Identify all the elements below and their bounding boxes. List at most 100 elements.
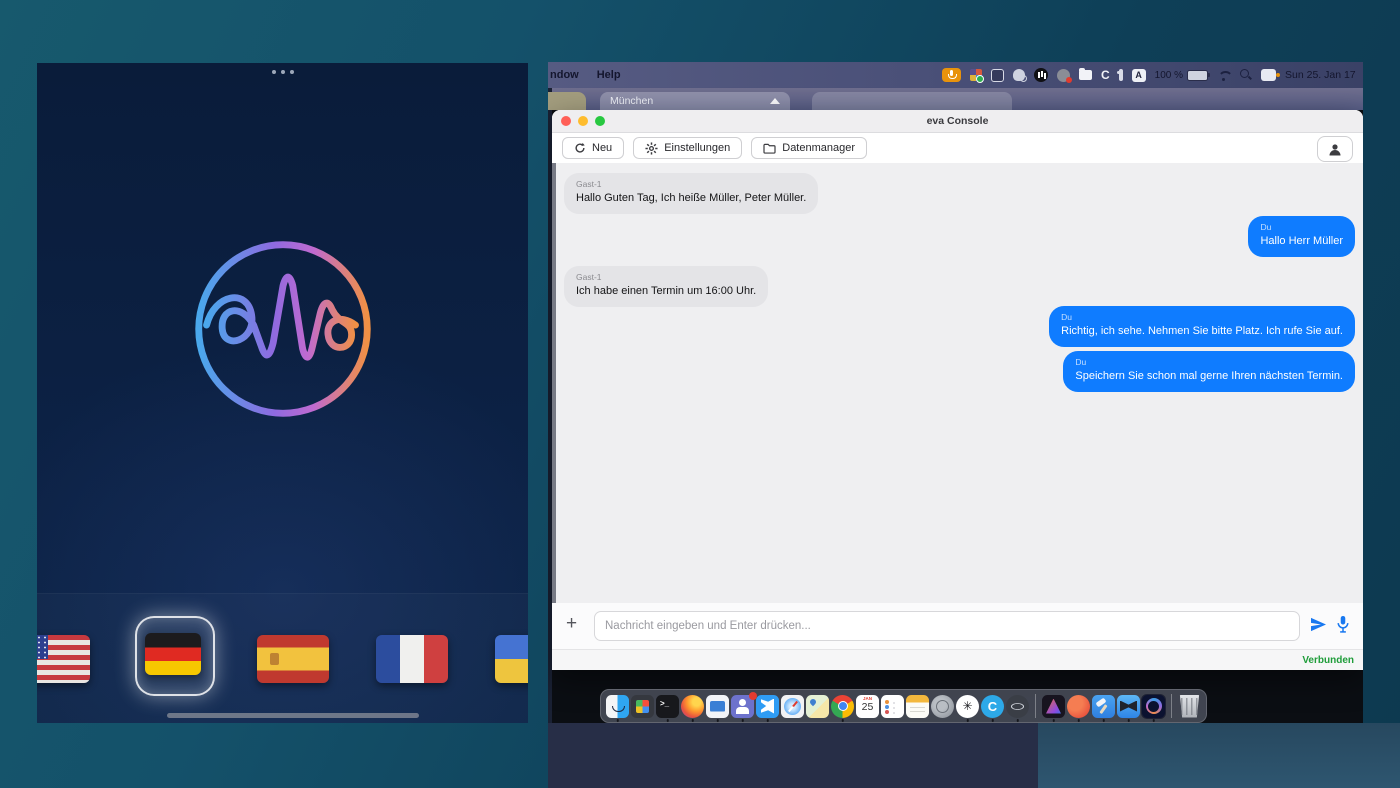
message-sender: Du [1260, 221, 1343, 233]
status-bar: Verbunden [552, 649, 1363, 670]
flag-france[interactable] [376, 635, 448, 683]
fast-user-switch-icon[interactable] [1261, 69, 1276, 81]
dock-trash-icon[interactable] [1178, 695, 1201, 718]
wifi-icon[interactable] [1217, 70, 1231, 81]
chat-message: Du Speichern Sie schon mal gerne Ihren n… [1063, 351, 1355, 392]
browser-tab-muenchen[interactable]: München [600, 92, 790, 110]
eva-logo [185, 231, 381, 432]
attach-plus-button[interactable]: + [566, 614, 577, 633]
us-canton [37, 635, 48, 659]
composer: + [552, 603, 1363, 649]
tab-label: München [610, 95, 653, 107]
app-grid-check-icon[interactable] [970, 69, 982, 81]
send-button[interactable] [1310, 617, 1327, 637]
chat-message: Gast-1 Ich habe einen Termin um 16:00 Uh… [564, 266, 768, 307]
message-text: Hallo Guten Tag, Ich heiße Müller, Peter… [576, 191, 806, 207]
dock-calendar-icon[interactable]: JAN 25 [856, 695, 879, 718]
screen-frame-icon[interactable] [991, 69, 1004, 82]
window-title: eva Console [927, 115, 989, 127]
desktop: München ndow Help C A 100 % [0, 0, 1400, 788]
crescent-c-icon[interactable]: C [1101, 68, 1110, 82]
user-button[interactable] [1317, 136, 1353, 162]
close-button[interactable] [561, 116, 571, 126]
person-icon [1328, 143, 1342, 156]
dock-atom-icon[interactable] [1006, 695, 1029, 718]
gear-icon [645, 142, 658, 155]
dock-eva-console-icon[interactable] [1142, 695, 1165, 718]
settings-button[interactable]: Einstellungen [633, 137, 742, 159]
dock-launchpad-icon[interactable] [631, 695, 654, 718]
tab-chevron-icon [770, 98, 780, 104]
eva-console-window: eva Console Neu [552, 110, 1363, 670]
dock-astro-a-icon[interactable] [1042, 695, 1065, 718]
dock-wrench-app-icon[interactable] [1117, 695, 1140, 718]
flag-germany[interactable] [145, 633, 201, 675]
minimize-button[interactable] [578, 116, 588, 126]
dock-vscode-icon[interactable] [756, 695, 779, 718]
dock-finder-icon[interactable] [606, 695, 629, 718]
new-button-label: Neu [592, 142, 612, 154]
dock-chrome-icon[interactable] [831, 695, 854, 718]
dock-separator [1171, 694, 1172, 718]
dock-chatgpt-icon[interactable]: ✳ [956, 695, 979, 718]
input-source-a-icon[interactable]: A [1132, 69, 1146, 82]
dock-firefox-icon[interactable] [681, 695, 704, 718]
dock-contacts-icon[interactable] [731, 695, 754, 718]
dock: JAN 25 ✳ C [600, 689, 1207, 723]
record-indicator-icon[interactable] [1057, 69, 1070, 82]
chat-message: Du Hallo Herr Müller [1248, 216, 1355, 257]
dock-maps-icon[interactable] [806, 695, 829, 718]
background-slab-dark [548, 723, 1038, 788]
browser-tab-partial[interactable] [548, 92, 586, 110]
mic-button[interactable] [1336, 615, 1350, 639]
message-text: Speichern Sie schon mal gerne Ihren näch… [1075, 369, 1343, 385]
menu-clock[interactable]: Sun 25. Jan 17 [1285, 69, 1363, 81]
dock-notes-icon[interactable] [906, 695, 929, 718]
data-manager-button-label: Datenmanager [782, 142, 855, 154]
ipad-mirror-window [37, 63, 528, 723]
scroll-indicator[interactable] [167, 713, 419, 718]
message-text: Hallo Herr Müller [1260, 234, 1343, 250]
mac-display: München ndow Help C A 100 % [548, 62, 1363, 723]
data-manager-button[interactable]: Datenmanager [751, 137, 867, 159]
message-input[interactable] [594, 611, 1300, 641]
new-button[interactable]: Neu [562, 137, 624, 159]
zoom-button[interactable] [595, 116, 605, 126]
dongle-icon[interactable] [1119, 69, 1123, 81]
chat-message: Du Richtig, ich sehe. Nehmen Sie bitte P… [1049, 306, 1355, 347]
dock-mail-icon[interactable] [706, 695, 729, 718]
battery-indicator[interactable]: 100 % [1155, 70, 1208, 81]
flag-usa[interactable] [37, 635, 90, 683]
traffic-lights [561, 116, 605, 126]
dock-reminders-icon[interactable] [881, 695, 904, 718]
chat-area: Gast-1 Hallo Guten Tag, Ich heiße Müller… [552, 163, 1363, 603]
dock-terminal-icon[interactable] [656, 695, 679, 718]
dock-selection-highlight [1141, 694, 1166, 719]
hand-cursor-icon[interactable] [1013, 69, 1025, 81]
browser-tab-empty[interactable] [812, 92, 1012, 110]
message-sender: Du [1061, 311, 1343, 323]
dock-red-disc-icon[interactable] [1067, 695, 1090, 718]
flag-germany-selected-frame[interactable] [135, 616, 215, 696]
toolbar: Neu Einstellungen [552, 133, 1363, 163]
dock-blue-c-icon[interactable]: C [981, 695, 1004, 718]
dock-hammer-app-icon[interactable] [1092, 695, 1115, 718]
settings-button-label: Einstellungen [664, 142, 730, 154]
folder-icon [763, 143, 776, 154]
folder-icon[interactable] [1079, 70, 1092, 80]
language-selector [37, 593, 528, 723]
dock-gray-disc-icon[interactable] [931, 695, 954, 718]
chat-left-edge [552, 163, 556, 603]
flag-ukraine[interactable] [495, 635, 528, 683]
titlebar[interactable]: eva Console [552, 110, 1363, 133]
menu-help[interactable]: Help [597, 69, 621, 81]
dock-safari-icon[interactable] [781, 695, 804, 718]
microphone-active-icon[interactable] [942, 68, 961, 82]
search-icon[interactable] [1240, 69, 1252, 81]
flag-spain[interactable] [257, 635, 329, 683]
audio-waveform-icon[interactable] [1034, 68, 1048, 82]
message-text: Ich habe einen Termin um 16:00 Uhr. [576, 284, 756, 300]
menu-window[interactable]: ndow [550, 69, 579, 81]
window-handle-dots[interactable] [272, 70, 294, 74]
calendar-day: 25 [856, 701, 879, 713]
